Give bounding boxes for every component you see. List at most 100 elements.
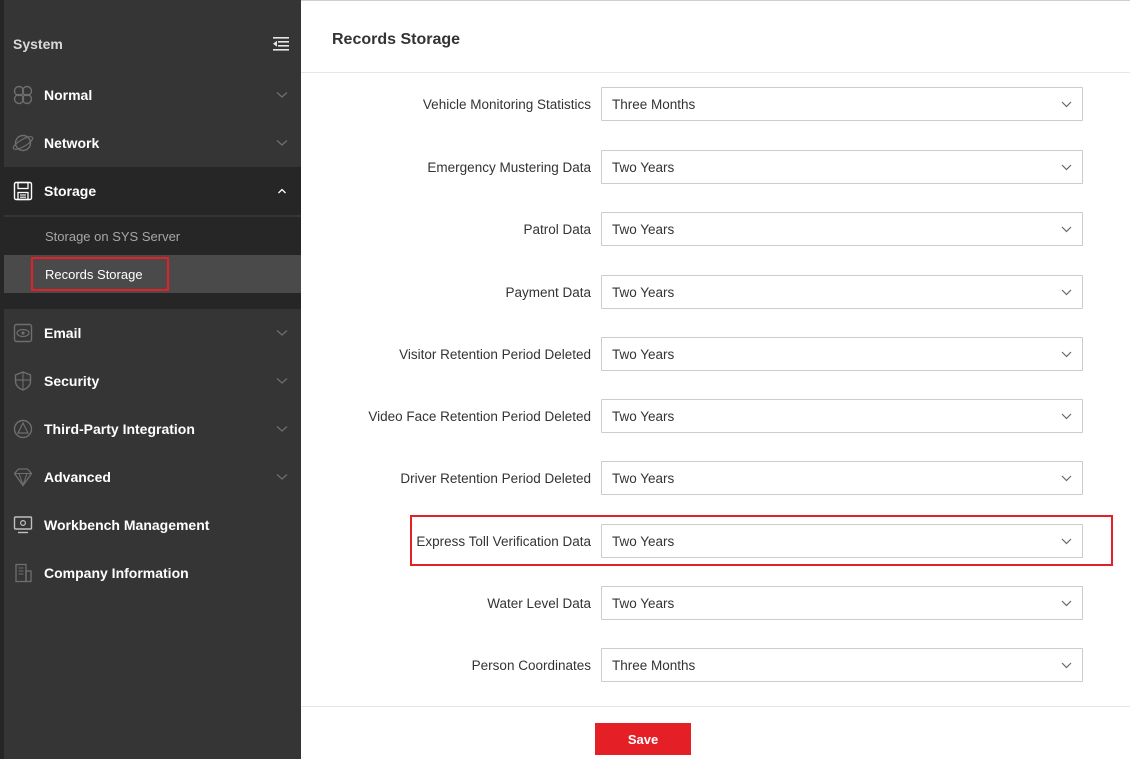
sidebar-subitem-label: Records Storage bbox=[45, 266, 143, 282]
sidebar-item-label: Security bbox=[44, 373, 100, 389]
form-row-water-level-data: Water Level Data Two Years bbox=[301, 586, 1130, 620]
diamond-icon bbox=[13, 468, 33, 487]
sidebar: System Normal Network Storage Storage on… bbox=[0, 0, 301, 759]
chevron-down-icon bbox=[276, 426, 288, 432]
sidebar-item-label: Storage bbox=[44, 183, 97, 199]
chevron-down-icon bbox=[276, 474, 288, 480]
chevron-down-icon bbox=[276, 330, 288, 336]
storage-icon bbox=[13, 181, 33, 201]
chevron-down-icon bbox=[1061, 413, 1072, 419]
field-label: Person Coordinates bbox=[471, 657, 591, 673]
form-row-emergency-mustering-data: Emergency Mustering Data Two Years bbox=[301, 150, 1130, 184]
sidebar-item-advanced[interactable]: Advanced bbox=[4, 453, 301, 501]
chevron-down-icon bbox=[1061, 600, 1072, 606]
chevron-up-icon bbox=[278, 188, 286, 194]
workbench-icon bbox=[13, 516, 33, 534]
field-label: Vehicle Monitoring Statistics bbox=[422, 96, 591, 112]
select-value: Two Years bbox=[612, 408, 675, 424]
retention-select[interactable]: Two Years bbox=[601, 461, 1083, 495]
main-content: Records Storage Vehicle Monitoring Stati… bbox=[301, 0, 1130, 759]
sidebar-item-email[interactable]: Email bbox=[4, 309, 301, 357]
shield-icon bbox=[14, 371, 32, 391]
sidebar-item-third-party-integration[interactable]: Third-Party Integration bbox=[4, 405, 301, 453]
chevron-down-icon bbox=[276, 378, 288, 384]
sidebar-title: System bbox=[13, 36, 63, 52]
select-value: Two Years bbox=[612, 595, 675, 611]
sidebar-item-label: Third-Party Integration bbox=[44, 421, 195, 437]
sidebar-item-normal[interactable]: Normal bbox=[4, 71, 301, 119]
form-row-payment-data: Payment Data Two Years bbox=[301, 275, 1130, 309]
chevron-down-icon bbox=[1061, 662, 1072, 668]
sidebar-item-label: Advanced bbox=[44, 469, 111, 485]
form-row-express-toll-verification-data: Express Toll Verification Data Two Years bbox=[301, 524, 1130, 558]
chevron-down-icon bbox=[1061, 226, 1072, 232]
sidebar-item-label: Workbench Management bbox=[44, 517, 210, 533]
sidebar-item-security[interactable]: Security bbox=[4, 357, 301, 405]
field-label: Express Toll Verification Data bbox=[416, 533, 591, 549]
third-party-icon bbox=[13, 419, 33, 439]
email-icon bbox=[13, 323, 33, 343]
retention-select[interactable]: Two Years bbox=[601, 212, 1083, 246]
sidebar-item-label: Normal bbox=[44, 87, 93, 103]
field-label: Driver Retention Period Deleted bbox=[400, 470, 591, 486]
form-row-person-coordinates: Person Coordinates Three Months bbox=[301, 648, 1130, 682]
select-value: Two Years bbox=[612, 221, 675, 237]
form-row-vehicle-monitoring-statistics: Vehicle Monitoring Statistics Three Mont… bbox=[301, 87, 1130, 121]
field-label: Visitor Retention Period Deleted bbox=[399, 346, 591, 362]
chevron-down-icon bbox=[276, 92, 288, 98]
select-value: Three Months bbox=[612, 657, 696, 673]
field-label: Emergency Mustering Data bbox=[427, 159, 591, 175]
sidebar-item-company-information[interactable]: Company Information bbox=[4, 549, 301, 597]
sidebar-subitem-label: Storage on SYS Server bbox=[45, 228, 181, 244]
save-button[interactable]: Save bbox=[595, 723, 691, 755]
chevron-down-icon bbox=[1061, 289, 1072, 295]
select-value: Two Years bbox=[612, 470, 675, 486]
field-label: Video Face Retention Period Deleted bbox=[368, 408, 591, 424]
building-icon bbox=[15, 563, 32, 583]
app-window: System Normal Network Storage Storage on… bbox=[0, 0, 1130, 759]
form-row-driver-retention-period-deleted: Driver Retention Period Deleted Two Year… bbox=[301, 461, 1130, 495]
retention-select[interactable]: Two Years bbox=[601, 150, 1083, 184]
field-label: Water Level Data bbox=[487, 595, 591, 611]
divider bbox=[301, 72, 1130, 73]
retention-select[interactable]: Two Years bbox=[601, 586, 1083, 620]
sidebar-subitem-records-storage[interactable]: Records Storage bbox=[4, 255, 301, 293]
retention-select[interactable]: Two Years bbox=[601, 337, 1083, 371]
select-value: Two Years bbox=[612, 346, 675, 362]
form-row-video-face-retention-period-deleted: Video Face Retention Period Deleted Two … bbox=[301, 399, 1130, 433]
chevron-down-icon bbox=[1061, 351, 1072, 357]
top-border bbox=[301, 0, 1130, 1]
chevron-down-icon bbox=[1061, 101, 1072, 107]
sidebar-item-label: Network bbox=[44, 135, 100, 151]
page-title: Records Storage bbox=[332, 31, 461, 48]
field-label: Patrol Data bbox=[523, 221, 591, 237]
chevron-down-icon bbox=[1061, 538, 1072, 544]
sidebar-subitem-storage-on-sys-server[interactable]: Storage on SYS Server bbox=[4, 217, 301, 255]
sidebar-item-label: Email bbox=[44, 325, 82, 341]
select-value: Two Years bbox=[612, 159, 675, 175]
retention-select[interactable]: Three Months bbox=[601, 87, 1083, 121]
divider bbox=[301, 706, 1130, 707]
retention-select[interactable]: Two Years bbox=[601, 524, 1083, 558]
select-value: Two Years bbox=[612, 284, 675, 300]
chevron-down-icon bbox=[1061, 164, 1072, 170]
chevron-down-icon bbox=[276, 140, 288, 146]
retention-select[interactable]: Two Years bbox=[601, 275, 1083, 309]
sidebar-item-workbench-management[interactable]: Workbench Management bbox=[4, 501, 301, 549]
sidebar-menu: Normal Network Storage Storage on SYS Se… bbox=[4, 69, 301, 597]
network-icon bbox=[12, 134, 34, 152]
chevron-down-icon bbox=[1061, 475, 1072, 481]
sidebar-header: System bbox=[4, 22, 301, 66]
field-label: Payment Data bbox=[505, 284, 591, 300]
retention-select[interactable]: Two Years bbox=[601, 399, 1083, 433]
sidebar-item-network[interactable]: Network bbox=[4, 119, 301, 167]
storage-submenu: Storage on SYS Server Records Storage bbox=[4, 217, 301, 309]
form-row-patrol-data: Patrol Data Two Years bbox=[301, 212, 1130, 246]
retention-select[interactable]: Three Months bbox=[601, 648, 1083, 682]
collapse-menu-icon[interactable] bbox=[271, 35, 291, 53]
sidebar-item-storage[interactable]: Storage bbox=[4, 167, 301, 215]
normal-icon bbox=[13, 85, 33, 105]
select-value: Three Months bbox=[612, 96, 696, 112]
sidebar-item-label: Company Information bbox=[44, 565, 189, 581]
form-row-visitor-retention-period-deleted: Visitor Retention Period Deleted Two Yea… bbox=[301, 337, 1130, 371]
